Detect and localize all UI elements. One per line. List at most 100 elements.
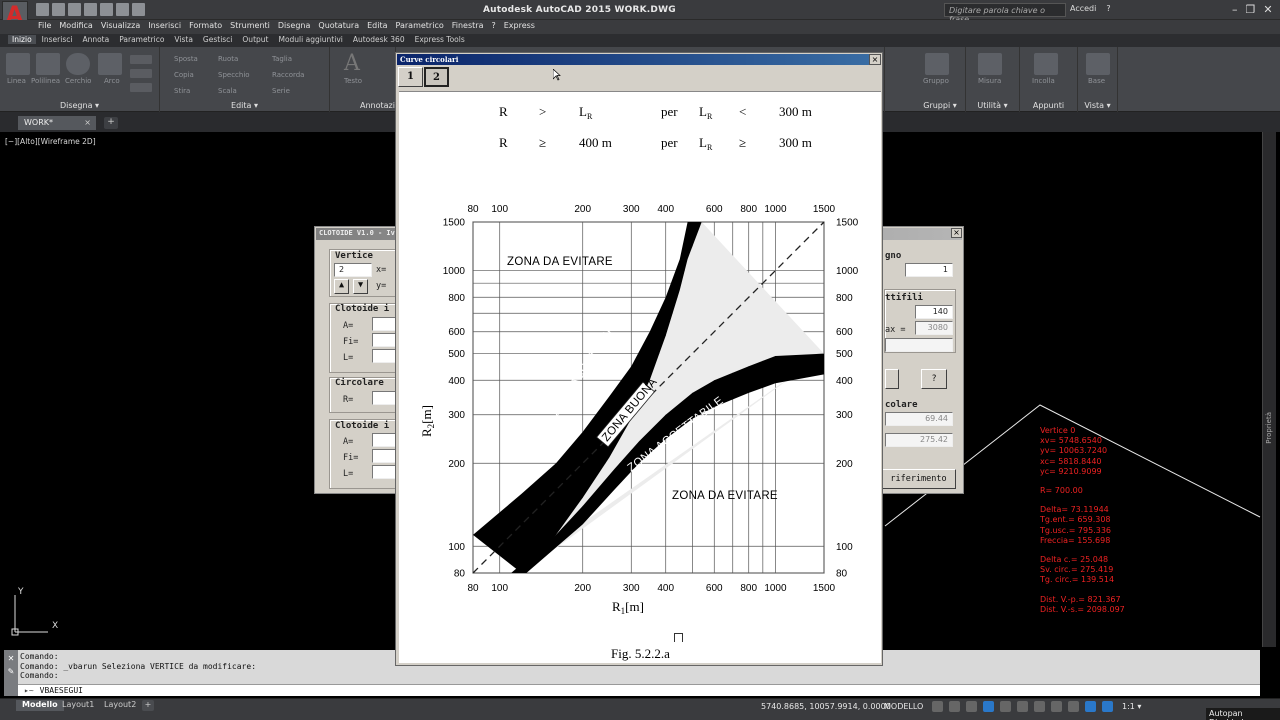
riferimento-button[interactable]: riferimento [881,469,956,489]
new-tab-button[interactable]: + [104,117,118,129]
ortho-icon[interactable] [966,701,977,712]
group-tool-icon[interactable] [925,53,949,75]
draw-tool-small[interactable] [130,83,152,92]
otrack-icon[interactable] [1017,701,1028,712]
annotation-icon[interactable] [1085,701,1096,712]
tool-label[interactable]: Stira [174,87,190,95]
clotoide-out-fi-field[interactable] [372,449,396,463]
arc-tool-icon[interactable] [98,53,122,75]
menu-item-9[interactable]: Parametrico [396,21,452,30]
clotoide-out-l-field[interactable] [372,465,396,479]
wrench-icon[interactable]: ✎ [4,667,18,676]
text-tool-icon[interactable]: A [344,53,368,75]
command-input[interactable]: ▸~ VBAESEGUI [18,684,1260,696]
panel-title[interactable]: Utilità ▾ [966,101,1019,110]
tool-label[interactable]: Taglia [272,55,292,63]
model-space-toggle[interactable]: MODELLO [884,702,923,711]
ribbon-tab-9[interactable]: Express Tools [415,35,475,44]
tool-label[interactable]: Ruota [218,55,238,63]
line-tool-icon[interactable] [6,53,30,75]
signin-link[interactable]: Accedi [1070,4,1096,13]
help-button[interactable]: ? [921,369,947,389]
redo-icon[interactable] [132,3,145,16]
ribbon-tab-2[interactable]: Annota [82,35,119,44]
lineweight-icon[interactable] [1034,701,1045,712]
page-button-1[interactable]: 1 [398,67,423,87]
ribbon-tab-4[interactable]: Vista [174,35,203,44]
file-tab-work[interactable]: WORK* × [18,116,96,130]
clotoide-in-a-field[interactable] [372,317,396,331]
open-icon[interactable] [52,3,65,16]
ribbon-tab-8[interactable]: Autodesk 360 [353,35,415,44]
clotoide-in-l-field[interactable] [372,349,396,363]
annotation-scale[interactable]: 1:1 ▾ [1122,702,1141,711]
close-icon[interactable]: × [869,54,881,65]
minimize-icon[interactable]: – [1232,3,1238,16]
disegno-field[interactable]: 1 [905,263,953,277]
draw-tool-small[interactable] [130,69,152,78]
osnap-icon[interactable] [1000,701,1011,712]
tab-layout2[interactable]: Layout2 [98,700,142,711]
saveas-icon[interactable] [84,3,97,16]
close-icon[interactable]: ✕ [1263,3,1272,16]
panel-title[interactable]: Disegna ▾ [0,101,159,110]
clotoide-out-a-field[interactable] [372,433,396,447]
menu-item-11[interactable]: ? [491,21,503,30]
tool-label[interactable]: Specchio [218,71,250,79]
menu-item-4[interactable]: Formato [189,21,230,30]
properties-palette-strip[interactable]: Proprietà [1262,132,1276,647]
menu-item-5[interactable]: Strumenti [230,21,278,30]
menu-item-2[interactable]: Visualizza [101,21,148,30]
panel-title[interactable]: Edita ▾ [160,101,329,110]
prev-vertex-button[interactable]: ▲ [334,279,349,294]
viewport-controls[interactable]: [−][Alto][Wireframe 2D] [5,137,96,146]
grid-icon[interactable] [932,701,943,712]
menu-item-6[interactable]: Disegna [278,21,319,30]
close-icon[interactable]: × [84,118,91,127]
paste-tool-icon[interactable] [1034,53,1058,75]
autoscale-icon[interactable] [1102,701,1113,712]
tool-label[interactable]: Raccorda [272,71,304,79]
page-button-2[interactable]: 2 [424,67,449,87]
plot-icon[interactable] [100,3,113,16]
profili-field[interactable]: 140 [915,305,953,319]
ribbon-tab-5[interactable]: Gestisci [203,35,242,44]
vertice-select[interactable]: 2 [334,263,372,277]
tool-label[interactable]: Scala [218,87,237,95]
polyline-tool-icon[interactable] [36,53,60,75]
panel-title[interactable]: Annotazio [360,101,400,110]
polar-icon[interactable] [983,701,994,712]
menu-item-10[interactable]: Finestra [452,21,492,30]
base-view-tool-icon[interactable] [1086,53,1110,75]
measure-tool-icon[interactable] [978,53,1002,75]
save-icon[interactable] [68,3,81,16]
close-icon[interactable]: ✕ [4,654,18,663]
ribbon-tab-3[interactable]: Parametrico [119,35,174,44]
clotoide-in-fi-field[interactable] [372,333,396,347]
help-button[interactable]: ? [1106,4,1110,13]
menu-item-3[interactable]: Inserisci [148,21,189,30]
ribbon-tab-1[interactable]: Inserisci [42,35,83,44]
menu-item-12[interactable]: Express [504,21,543,30]
menu-item-1[interactable]: Modifica [59,21,100,30]
menu-item-8[interactable]: Edita [367,21,395,30]
circolare-r-field[interactable] [372,391,396,405]
tool-label[interactable]: Serie [272,87,290,95]
undo-icon[interactable] [116,3,129,16]
tool-label[interactable]: Copia [174,71,194,79]
command-line-handle[interactable]: ✕ ✎ [4,650,18,696]
new-icon[interactable] [36,3,49,16]
restore-icon[interactable]: ❐ [1246,3,1256,16]
panel-title[interactable]: Gruppi ▾ [915,101,965,110]
tool-label[interactable]: Sposta [174,55,198,63]
snap-icon[interactable] [949,701,960,712]
next-vertex-button[interactable]: ▼ [353,279,368,294]
close-icon[interactable]: × [951,228,962,238]
panel-title[interactable]: Appunti [1020,101,1077,110]
menu-item-7[interactable]: Quotatura [318,21,367,30]
search-input[interactable]: Digitare parola chiave o frase [944,3,1066,24]
tab-layout1[interactable]: Layout1 [56,700,100,711]
ribbon-tab-7[interactable]: Moduli aggiuntivi [278,35,352,44]
transparency-icon[interactable] [1051,701,1062,712]
add-layout-button[interactable]: + [142,700,154,711]
